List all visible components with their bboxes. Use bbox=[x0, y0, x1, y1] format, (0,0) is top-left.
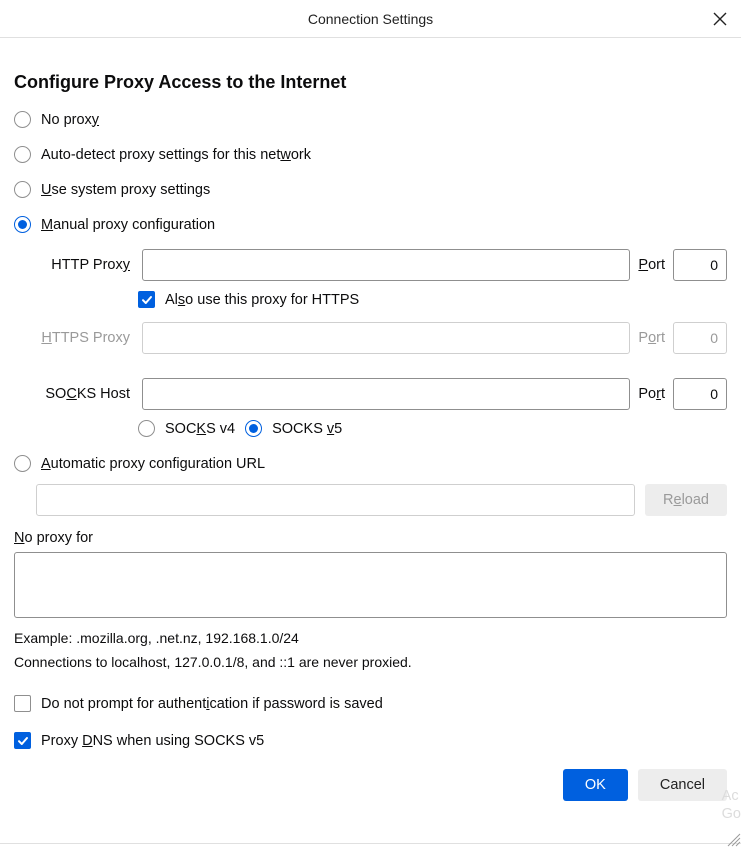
proxy-dns-checkbox[interactable] bbox=[14, 732, 31, 749]
proxy-dns-label: Proxy DNS when using SOCKS v5 bbox=[41, 733, 264, 749]
pac-row: Reload bbox=[14, 484, 727, 516]
reload-button: Reload bbox=[645, 484, 727, 516]
dialog-title: Connection Settings bbox=[308, 11, 433, 27]
https-proxy-row: HTTPS Proxy Port bbox=[36, 322, 727, 354]
resize-grip[interactable] bbox=[727, 833, 741, 847]
radio-manual-row[interactable]: Manual proxy configuration bbox=[14, 216, 727, 233]
no-prompt-label: Do not prompt for authentication if pass… bbox=[41, 696, 383, 712]
radio-autodetect[interactable] bbox=[14, 146, 31, 163]
also-https-row[interactable]: Also use this proxy for HTTPS bbox=[36, 291, 727, 308]
cancel-button[interactable]: Cancel bbox=[638, 769, 727, 801]
http-proxy-row: HTTP Proxy Port bbox=[36, 249, 727, 281]
radio-no-proxy-label: No proxy bbox=[41, 112, 99, 128]
section-heading: Configure Proxy Access to the Internet bbox=[14, 72, 727, 93]
radio-socks5-label: SOCKS v5 bbox=[272, 421, 342, 437]
check-icon bbox=[141, 294, 153, 306]
button-bar: OK Cancel bbox=[14, 769, 727, 801]
radio-socks4-label: SOCKS v4 bbox=[165, 421, 235, 437]
no-prompt-checkbox[interactable] bbox=[14, 695, 31, 712]
radio-pac-label: Automatic proxy configuration URL bbox=[41, 456, 265, 472]
dialog-content: Configure Proxy Access to the Internet N… bbox=[0, 38, 741, 801]
radio-pac-row[interactable]: Automatic proxy configuration URL bbox=[14, 455, 727, 472]
socks-port-input[interactable] bbox=[673, 378, 727, 410]
proxy-dns-row[interactable]: Proxy DNS when using SOCKS v5 bbox=[14, 732, 727, 749]
check-icon bbox=[17, 735, 29, 747]
socks-host-input[interactable] bbox=[142, 378, 630, 410]
radio-manual-label: Manual proxy configuration bbox=[41, 217, 215, 233]
radio-socks5[interactable] bbox=[245, 420, 262, 437]
no-proxy-for-textarea[interactable] bbox=[14, 552, 727, 618]
radio-system-row[interactable]: Use system proxy settings bbox=[14, 181, 727, 198]
radio-autodetect-row[interactable]: Auto-detect proxy settings for this netw… bbox=[14, 146, 727, 163]
radio-no-proxy[interactable] bbox=[14, 111, 31, 128]
no-proxy-example: Example: .mozilla.org, .net.nz, 192.168.… bbox=[14, 628, 727, 650]
bottom-separator bbox=[0, 843, 741, 844]
https-proxy-input bbox=[142, 322, 630, 354]
radio-autodetect-label: Auto-detect proxy settings for this netw… bbox=[41, 147, 311, 163]
ok-button[interactable]: OK bbox=[563, 769, 628, 801]
resize-grip-icon bbox=[727, 833, 741, 847]
https-port-label: Port bbox=[638, 330, 665, 346]
close-button[interactable] bbox=[711, 10, 729, 28]
also-https-label: Also use this proxy for HTTPS bbox=[165, 292, 359, 308]
http-proxy-input[interactable] bbox=[142, 249, 630, 281]
radio-no-proxy-row[interactable]: No proxy bbox=[14, 111, 727, 128]
radio-manual[interactable] bbox=[14, 216, 31, 233]
socks-port-label: Port bbox=[638, 386, 665, 402]
radio-pac[interactable] bbox=[14, 455, 31, 472]
titlebar: Connection Settings bbox=[0, 0, 741, 38]
no-proxy-for-label: No proxy for bbox=[14, 530, 727, 546]
http-port-input[interactable] bbox=[673, 249, 727, 281]
http-proxy-label: HTTP Proxy bbox=[36, 257, 134, 273]
no-proxy-note: Connections to localhost, 127.0.0.1/8, a… bbox=[14, 652, 727, 674]
watermark-line2: Go bbox=[722, 806, 741, 823]
close-icon bbox=[713, 12, 727, 26]
socks-host-row: SOCKS Host Port bbox=[36, 378, 727, 410]
radio-socks4[interactable] bbox=[138, 420, 155, 437]
socks-host-label: SOCKS Host bbox=[36, 386, 134, 402]
also-https-checkbox[interactable] bbox=[138, 291, 155, 308]
http-port-label: Port bbox=[638, 257, 665, 273]
socks-version-group: SOCKS v4 SOCKS v5 bbox=[36, 420, 727, 437]
manual-config-block: HTTP Proxy Port Also use this proxy for … bbox=[14, 249, 727, 437]
pac-url-input bbox=[36, 484, 635, 516]
radio-system[interactable] bbox=[14, 181, 31, 198]
https-port-input bbox=[673, 322, 727, 354]
radio-system-label: Use system proxy settings bbox=[41, 182, 210, 198]
https-proxy-label: HTTPS Proxy bbox=[36, 330, 134, 346]
no-prompt-row[interactable]: Do not prompt for authentication if pass… bbox=[14, 695, 727, 712]
